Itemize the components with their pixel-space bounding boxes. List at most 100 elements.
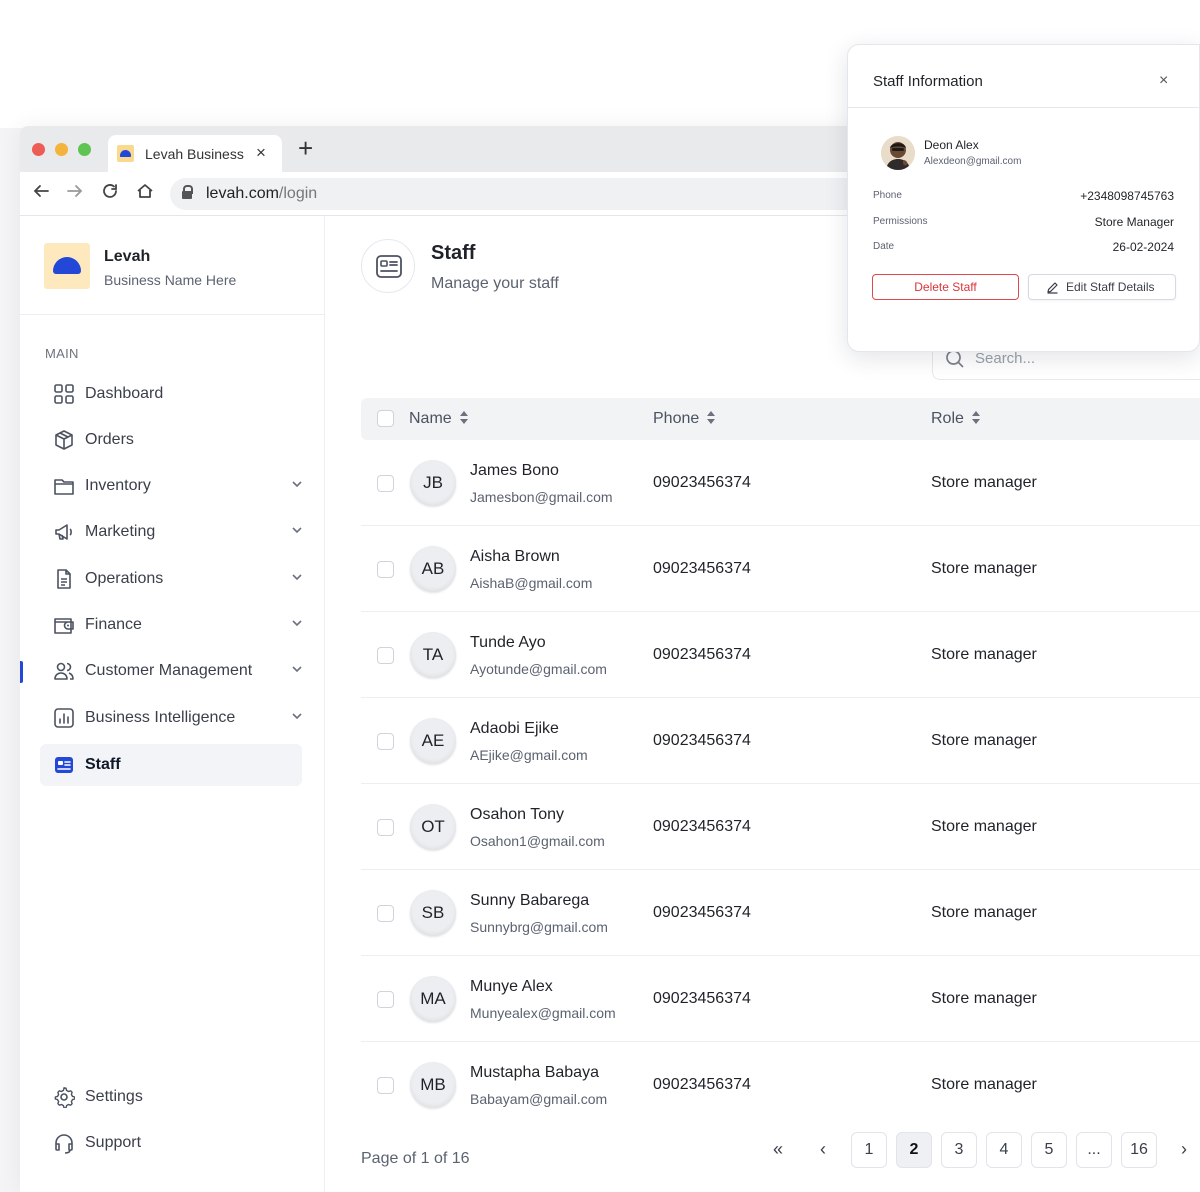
- avatar: OT: [410, 804, 456, 850]
- row-checkbox[interactable]: [377, 475, 394, 492]
- row-checkbox[interactable]: [377, 905, 394, 922]
- main-content: Staff Manage your staff Search... Name P…: [325, 216, 1200, 1192]
- next-page-button[interactable]: ›: [1166, 1132, 1200, 1168]
- staff-name: Aisha Brown: [470, 548, 560, 565]
- sidebar-item-finance[interactable]: Finance: [40, 604, 302, 646]
- users-icon: [54, 662, 74, 680]
- minimize-window-button[interactable]: [55, 143, 68, 156]
- table-row[interactable]: AE Adaobi Ejike AEjike@gmail.com 0902345…: [361, 698, 1200, 784]
- table-row[interactable]: MB Mustapha Babaya Babayam@gmail.com 090…: [361, 1042, 1200, 1128]
- close-tab-icon[interactable]: ×: [256, 143, 266, 163]
- divider: [20, 314, 325, 315]
- sort-icon[interactable]: [707, 410, 716, 425]
- sort-icon[interactable]: [459, 410, 468, 425]
- select-all-checkbox[interactable]: [377, 410, 394, 427]
- staff-phone: 09023456374: [653, 646, 751, 663]
- page-button-2[interactable]: 2: [896, 1132, 932, 1168]
- table-row[interactable]: TA Tunde Ayo Ayotunde@gmail.com 09023456…: [361, 612, 1200, 698]
- headset-icon: [55, 1134, 73, 1154]
- forward-arrow-icon[interactable]: [66, 182, 84, 200]
- folder-icon: [54, 479, 74, 495]
- page-button-3[interactable]: 3: [941, 1132, 977, 1168]
- row-checkbox[interactable]: [377, 991, 394, 1008]
- staff-name: James Bono: [470, 462, 559, 479]
- brand-logo: [44, 243, 90, 289]
- url-text: levah.com/login: [206, 185, 318, 202]
- row-checkbox[interactable]: [377, 647, 394, 664]
- sidebar-item-label: Dashboard: [85, 385, 164, 402]
- chevron-down-icon[interactable]: [290, 709, 304, 723]
- staff-role: Store manager: [931, 474, 1037, 491]
- back-arrow-icon[interactable]: [32, 182, 50, 200]
- sidebar: Levah Business Name Here MAIN Dashboard …: [20, 216, 325, 1192]
- chart-icon: [54, 708, 74, 728]
- maximize-window-button[interactable]: [78, 143, 91, 156]
- sidebar-item-orders[interactable]: Orders: [40, 419, 302, 461]
- row-checkbox[interactable]: [377, 561, 394, 578]
- chevron-down-icon[interactable]: [290, 616, 304, 630]
- sort-icon[interactable]: [971, 410, 980, 425]
- id-card-icon: [55, 757, 73, 773]
- sidebar-item-business-intelligence[interactable]: Business Intelligence: [40, 697, 302, 739]
- sidebar-item-inventory[interactable]: Inventory: [40, 465, 302, 507]
- table-row[interactable]: AB Aisha Brown AishaB@gmail.com 09023456…: [361, 526, 1200, 612]
- avatar: SB: [410, 890, 456, 936]
- sidebar-item-label: Inventory: [85, 477, 151, 494]
- close-window-button[interactable]: [32, 143, 45, 156]
- sidebar-item-label: Finance: [85, 616, 142, 633]
- chevron-down-icon[interactable]: [290, 523, 304, 537]
- sidebar-item-support[interactable]: Support: [40, 1122, 302, 1164]
- table-row[interactable]: MA Munye Alex Munyealex@gmail.com 090234…: [361, 956, 1200, 1042]
- prev-page-button[interactable]: ‹: [805, 1132, 841, 1168]
- phone-label: Phone: [873, 190, 902, 201]
- pagination-info: Page of 1 of 16: [361, 1150, 470, 1167]
- chevron-down-icon[interactable]: [290, 477, 304, 491]
- sidebar-item-label: Support: [85, 1134, 142, 1151]
- chevron-down-icon[interactable]: [290, 570, 304, 584]
- table-row[interactable]: OT Osahon Tony Osahon1@gmail.com 0902345…: [361, 784, 1200, 870]
- staff-name: Tunde Ayo: [470, 634, 546, 651]
- sidebar-item-settings[interactable]: Settings: [40, 1076, 302, 1118]
- column-header-name[interactable]: Name: [409, 410, 468, 428]
- sidebar-item-dashboard[interactable]: Dashboard: [40, 373, 302, 415]
- first-page-button[interactable]: «: [760, 1132, 796, 1168]
- page-button-5[interactable]: 5: [1031, 1132, 1067, 1168]
- sidebar-item-marketing[interactable]: Marketing: [40, 511, 302, 553]
- staff-phone: 09023456374: [653, 474, 751, 491]
- active-indicator: [20, 661, 23, 683]
- table-row[interactable]: SB Sunny Babarega Sunnybrg@gmail.com 090…: [361, 870, 1200, 956]
- row-checkbox[interactable]: [377, 1077, 394, 1094]
- page-button-1[interactable]: 1: [851, 1132, 887, 1168]
- staff-email: Babayam@gmail.com: [470, 1091, 608, 1107]
- staff-email: AishaB@gmail.com: [470, 575, 593, 591]
- staff-name: Mustapha Babaya: [470, 1064, 599, 1081]
- sidebar-item-staff[interactable]: Staff: [40, 744, 302, 786]
- staff-phone: 09023456374: [653, 732, 751, 749]
- page-button-4[interactable]: 4: [986, 1132, 1022, 1168]
- avatar: AE: [410, 718, 456, 764]
- home-icon[interactable]: [136, 182, 154, 200]
- browser-tab[interactable]: Levah Business ×: [108, 135, 282, 172]
- column-header-phone[interactable]: Phone: [653, 410, 716, 428]
- column-header-role[interactable]: Role: [931, 410, 980, 428]
- new-tab-icon[interactable]: +: [298, 133, 313, 164]
- chevron-down-icon[interactable]: [290, 662, 304, 676]
- sidebar-item-operations[interactable]: Operations: [40, 558, 302, 600]
- row-checkbox[interactable]: [377, 819, 394, 836]
- sidebar-item-customer-management[interactable]: Customer Management: [40, 650, 302, 692]
- box-icon: [55, 430, 73, 450]
- edit-staff-button[interactable]: Edit Staff Details: [1028, 274, 1176, 300]
- brand-subtitle: Business Name Here: [104, 272, 237, 288]
- close-icon[interactable]: ×: [1159, 72, 1168, 90]
- avatar: TA: [410, 632, 456, 678]
- reload-icon[interactable]: [101, 182, 119, 200]
- page-title: Staff: [431, 242, 476, 264]
- page-button-16[interactable]: 16: [1121, 1132, 1157, 1168]
- staff-name: Sunny Babarega: [470, 892, 590, 909]
- avatar: [881, 136, 915, 170]
- delete-staff-button[interactable]: Delete Staff: [872, 274, 1019, 300]
- document-icon: [57, 569, 71, 589]
- page-ellipsis[interactable]: ...: [1076, 1132, 1112, 1168]
- table-row[interactable]: JB James Bono Jamesbon@gmail.com 0902345…: [361, 440, 1200, 526]
- row-checkbox[interactable]: [377, 733, 394, 750]
